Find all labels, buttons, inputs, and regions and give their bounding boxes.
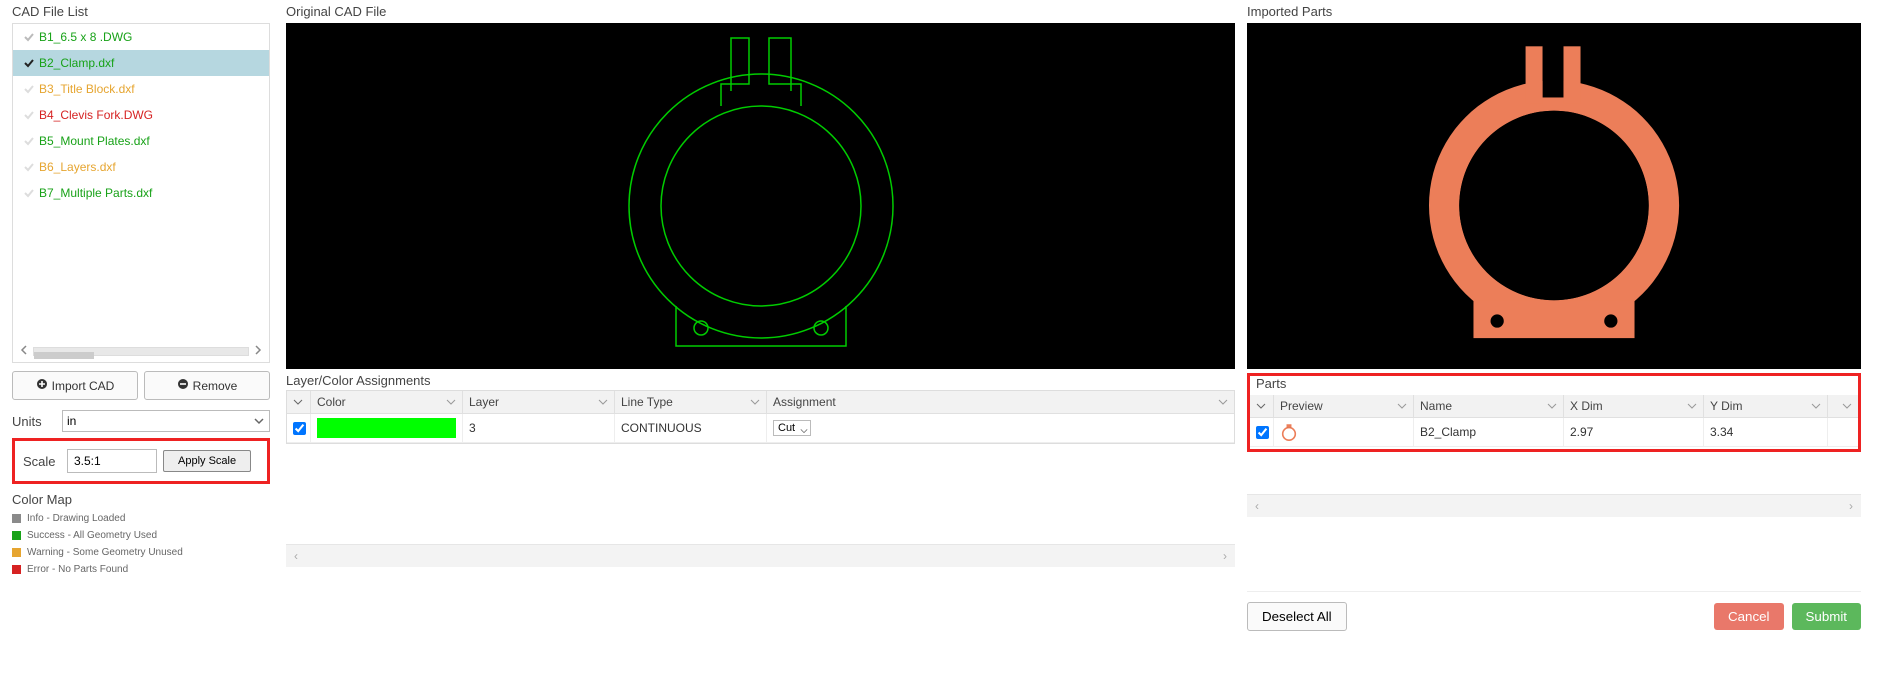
scale-input[interactable]	[67, 449, 157, 473]
parts-section: Parts Preview Name X Dim Y Dim	[1247, 373, 1861, 452]
file-row[interactable]: B4_Clevis Fork.DWG	[13, 102, 269, 128]
file-row[interactable]: B6_Layers.dxf	[13, 154, 269, 180]
units-select[interactable]	[62, 410, 270, 432]
part-row-checkbox[interactable]	[1256, 426, 1269, 439]
colormap-row: Error - No Parts Found	[12, 564, 270, 575]
import-cad-button[interactable]: Import CAD	[12, 371, 138, 400]
file-name: B4_Clevis Fork.DWG	[39, 108, 153, 122]
layer-row-linetype: CONTINUOUS	[615, 414, 767, 442]
colormap-label: Info - Drawing Loaded	[27, 513, 125, 524]
colormap-title: Color Map	[12, 492, 270, 507]
import-cad-label: Import CAD	[52, 379, 115, 393]
scale-label: Scale	[23, 454, 61, 469]
file-list: B1_6.5 x 8 .DWG B2_Clamp.dxf B3_Title Bloc…	[12, 23, 270, 363]
check-icon	[19, 135, 39, 147]
colormap-row: Success - All Geometry Used	[12, 530, 270, 541]
colormap-row: Info - Drawing Loaded	[12, 513, 270, 524]
scroll-right-icon[interactable]: ›	[1849, 499, 1853, 513]
file-row[interactable]: B2_Clamp.dxf	[13, 50, 269, 76]
part-row: B2_Clamp 2.97 3.34	[1250, 418, 1858, 447]
layer-row-checkbox[interactable]	[293, 422, 306, 435]
col-xdim[interactable]: X Dim	[1570, 399, 1603, 413]
col-name[interactable]: Name	[1420, 399, 1452, 413]
units-label: Units	[12, 414, 50, 429]
check-icon	[19, 109, 39, 121]
scale-section: Scale Apply Scale	[12, 438, 270, 484]
plus-icon	[36, 378, 48, 393]
file-row[interactable]: B7_Multiple Parts.dxf	[13, 180, 269, 206]
file-list-title: CAD File List	[12, 4, 270, 19]
scroll-left-icon[interactable]: ‹	[1255, 499, 1259, 513]
colormap-label: Error - No Parts Found	[27, 564, 128, 575]
original-cad-viewer[interactable]	[286, 23, 1235, 369]
check-icon	[19, 31, 39, 43]
chevron-down-icon[interactable]	[1256, 401, 1266, 411]
layer-row: 3 CONTINUOUS Cut	[287, 414, 1234, 443]
layer-grid: Color Layer Line Type Assignment 3 CONTI…	[286, 390, 1235, 444]
file-name: B5_Mount Plates.dxf	[39, 134, 150, 148]
colormap-swatch	[12, 514, 21, 523]
file-name: B7_Multiple Parts.dxf	[39, 186, 152, 200]
part-row-name: B2_Clamp	[1414, 418, 1564, 446]
colormap-label: Warning - Some Geometry Unused	[27, 547, 183, 558]
deselect-all-button[interactable]: Deselect All	[1247, 602, 1347, 631]
file-row[interactable]: B5_Mount Plates.dxf	[13, 128, 269, 154]
scroll-right-icon[interactable]: ›	[1223, 549, 1227, 563]
scrollbar-track[interactable]	[33, 347, 249, 356]
file-row[interactable]: B3_Title Block.dxf	[13, 76, 269, 102]
submit-button[interactable]: Submit	[1792, 603, 1861, 630]
col-linetype[interactable]: Line Type	[621, 395, 673, 409]
col-ydim[interactable]: Y Dim	[1710, 399, 1742, 413]
layer-row-layer: 3	[463, 414, 615, 442]
part-preview-icon	[1280, 424, 1296, 440]
scroll-left-icon[interactable]	[19, 344, 29, 358]
chevron-down-icon[interactable]	[293, 397, 303, 407]
colormap-swatch	[12, 531, 21, 540]
apply-scale-button[interactable]: Apply Scale	[163, 450, 251, 472]
parts-title: Parts	[1250, 376, 1858, 393]
col-preview[interactable]: Preview	[1280, 399, 1323, 413]
scroll-left-icon[interactable]: ‹	[294, 549, 298, 563]
imported-parts-viewer[interactable]	[1247, 23, 1861, 369]
file-name: B3_Title Block.dxf	[39, 82, 135, 96]
scroll-right-icon[interactable]	[253, 344, 263, 358]
minus-icon	[177, 378, 189, 393]
assignment-select[interactable]: Cut	[773, 420, 811, 436]
colormap-row: Warning - Some Geometry Unused	[12, 547, 270, 558]
file-name: B6_Layers.dxf	[39, 160, 116, 174]
col-assignment[interactable]: Assignment	[773, 395, 836, 409]
part-row-ydim: 3.34	[1704, 418, 1828, 446]
original-cad-title: Original CAD File	[286, 4, 1235, 19]
cancel-button[interactable]: Cancel	[1714, 603, 1784, 630]
remove-button[interactable]: Remove	[144, 371, 270, 400]
layer-section-title: Layer/Color Assignments	[286, 373, 1235, 388]
col-layer[interactable]: Layer	[469, 395, 499, 409]
colormap-label: Success - All Geometry Used	[27, 530, 157, 541]
check-icon	[19, 57, 39, 69]
part-row-xdim: 2.97	[1564, 418, 1704, 446]
color-swatch	[317, 418, 456, 438]
check-icon	[19, 161, 39, 173]
colormap-swatch	[12, 565, 21, 574]
check-icon	[19, 83, 39, 95]
remove-label: Remove	[193, 379, 238, 393]
col-color[interactable]: Color	[317, 395, 346, 409]
file-row[interactable]: B1_6.5 x 8 .DWG	[13, 24, 269, 50]
file-name: B2_Clamp.dxf	[39, 56, 114, 70]
file-name: B1_6.5 x 8 .DWG	[39, 30, 132, 44]
check-icon	[19, 187, 39, 199]
imported-parts-title: Imported Parts	[1247, 4, 1861, 19]
colormap-swatch	[12, 548, 21, 557]
